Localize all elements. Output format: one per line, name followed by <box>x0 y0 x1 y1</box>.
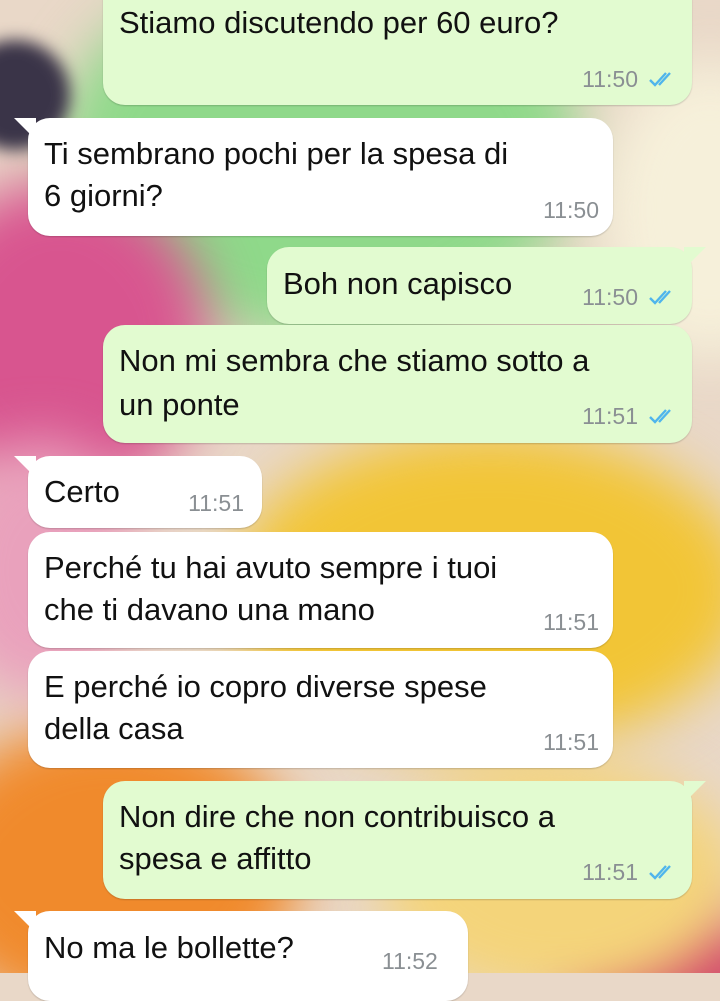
bubble-tail <box>14 456 36 478</box>
message-text: un ponte <box>119 387 240 422</box>
message-bubble-incoming[interactable]: No ma le bollette? 11:52 <box>14 911 468 1001</box>
message-text: della casa <box>44 711 184 746</box>
message-text: Non dire che non contribuisco a <box>119 799 555 834</box>
message-text: Stiamo discutendo per 60 euro? <box>119 5 559 40</box>
message-time: 11:50 <box>582 66 638 92</box>
bubble-tail <box>684 781 706 803</box>
message-time: 11:51 <box>543 609 599 635</box>
message-time: 11:51 <box>188 490 244 516</box>
message-text: Certo <box>44 474 120 509</box>
message-bubble-outgoing[interactable]: Non dire che non contribuisco a spesa e … <box>103 781 706 899</box>
message-bubble-outgoing[interactable]: Stiamo discutendo per 60 euro? 11:50 <box>103 0 692 105</box>
double-check-read-icon <box>649 72 671 87</box>
double-check-read-icon <box>649 290 671 305</box>
message-bubble-incoming[interactable]: Perché tu hai avuto sempre i tuoi che ti… <box>28 532 613 648</box>
double-check-read-icon <box>649 409 671 424</box>
message-bubble-incoming[interactable]: Ti sembrano pochi per la spesa di 6 gior… <box>14 118 613 236</box>
message-text: che ti davano una mano <box>44 592 375 627</box>
message-bubble-outgoing[interactable]: Non mi sembra che stiamo sotto a un pont… <box>103 325 692 443</box>
message-time: 11:51 <box>582 403 638 429</box>
message-text: 6 giorni? <box>44 178 163 213</box>
message-time: 11:50 <box>543 197 599 223</box>
message-text: Boh non capisco <box>283 266 513 301</box>
message-text: spesa e affitto <box>119 841 312 876</box>
message-text: E perché io copro diverse spese <box>44 669 487 704</box>
bubble-tail <box>14 911 36 933</box>
message-time: 11:52 <box>382 948 438 974</box>
message-time: 11:51 <box>543 729 599 755</box>
message-text: Perché tu hai avuto sempre i tuoi <box>44 550 498 585</box>
message-bubble-incoming[interactable]: Certo 11:51 <box>14 456 262 528</box>
message-time: 11:51 <box>582 859 638 885</box>
message-text: Non mi sembra che stiamo sotto a <box>119 343 590 378</box>
bubble-tail <box>684 247 706 269</box>
message-bubble-incoming[interactable]: E perché io copro diverse spese della ca… <box>28 651 613 768</box>
message-bubble-outgoing[interactable]: Boh non capisco 11:50 <box>267 247 706 324</box>
message-time: 11:50 <box>582 284 638 310</box>
bubble-tail <box>14 118 36 140</box>
message-text: No ma le bollette? <box>44 930 294 965</box>
message-text: Ti sembrano pochi per la spesa di <box>44 136 509 171</box>
double-check-read-icon <box>649 865 671 880</box>
